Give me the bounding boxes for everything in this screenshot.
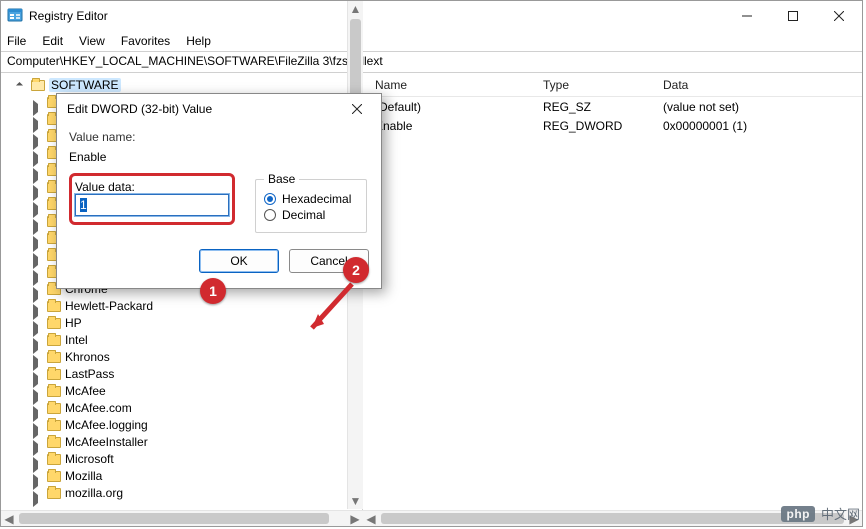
tree-label: Khronos <box>65 350 110 364</box>
app-icon <box>7 7 23 26</box>
tree-label: HP <box>65 316 82 330</box>
tree-label: McAfeeInstaller <box>65 435 148 449</box>
annotation-marker-1: 1 <box>200 278 226 304</box>
folder-icon <box>47 437 61 448</box>
menu-view[interactable]: View <box>79 34 105 48</box>
value-data-input[interactable] <box>75 194 229 216</box>
tree-label: McAfee <box>65 384 106 398</box>
value-data-label: Value data: <box>75 180 229 194</box>
folder-icon <box>47 488 61 499</box>
radio-off-icon <box>264 209 276 221</box>
menu-file[interactable]: File <box>7 34 26 48</box>
list-row[interactable]: (Default)REG_SZ(value not set) <box>363 97 862 116</box>
tree-label: mozilla.org <box>65 486 123 500</box>
address-bar[interactable]: Computer\HKEY_LOCAL_MACHINE\SOFTWARE\Fil… <box>1 51 862 73</box>
folder-icon <box>47 318 61 329</box>
cell-data: (value not set) <box>663 100 862 114</box>
tree-node[interactable]: mozilla.org <box>47 485 362 502</box>
watermark-badge: php <box>781 506 815 522</box>
radio-decimal[interactable]: Decimal <box>264 208 358 222</box>
dialog-title: Edit DWORD (32-bit) Value <box>67 102 212 116</box>
cell-name: (Default) <box>363 100 543 114</box>
cell-data: 0x00000001 (1) <box>663 119 862 133</box>
close-button[interactable] <box>816 1 862 31</box>
tree-node[interactable]: McAfeeInstaller <box>47 434 362 451</box>
tree-label: SOFTWARE <box>49 78 121 92</box>
value-name-field: Enable <box>69 150 369 164</box>
folder-icon <box>47 420 61 431</box>
folder-icon <box>47 352 61 363</box>
cell-type: REG_DWORD <box>543 119 663 133</box>
col-header-name[interactable]: Name <box>363 78 543 92</box>
list-header: Name Type Data <box>363 73 862 97</box>
dialog-title-bar: Edit DWORD (32-bit) Value <box>57 94 381 124</box>
value-data-highlight: Value data: <box>69 173 235 225</box>
radio-hexadecimal[interactable]: Hexadecimal <box>264 192 358 206</box>
scroll-right-icon[interactable]: ▶ <box>347 511 363 526</box>
tree-node[interactable]: LastPass <box>47 366 362 383</box>
list-row[interactable]: EnableREG_DWORD0x00000001 (1) <box>363 116 862 135</box>
scroll-thumb[interactable] <box>19 513 329 524</box>
tree-node[interactable]: Microsoft <box>47 451 362 468</box>
base-group: Base Hexadecimal Decimal <box>255 172 367 233</box>
watermark-text: 中文网 <box>821 504 860 523</box>
col-header-type[interactable]: Type <box>543 78 663 92</box>
annotation-marker-2: 2 <box>343 257 369 283</box>
scroll-thumb[interactable] <box>381 513 844 524</box>
tree-horizontal-scrollbar[interactable]: ◀ ▶ <box>1 510 363 526</box>
tree-label: McAfee.com <box>65 401 132 415</box>
folder-icon <box>47 471 61 482</box>
folder-icon <box>47 369 61 380</box>
address-text: Computer\HKEY_LOCAL_MACHINE\SOFTWARE\Fil… <box>7 54 383 68</box>
tree-node[interactable]: McAfee.logging <box>47 417 362 434</box>
list-rows: (Default)REG_SZ(value not set)EnableREG_… <box>363 97 862 135</box>
cell-type: REG_SZ <box>543 100 663 114</box>
cell-name: Enable <box>363 119 543 133</box>
ok-button[interactable]: OK <box>199 249 279 273</box>
tree-label: Intel <box>65 333 88 347</box>
col-header-data[interactable]: Data <box>663 78 862 92</box>
folder-icon <box>47 386 61 397</box>
maximize-button[interactable] <box>770 1 816 31</box>
annotation-arrow <box>300 280 362 342</box>
folder-icon <box>47 454 61 465</box>
folder-icon <box>47 301 61 312</box>
tree-node[interactable]: Khronos <box>47 349 362 366</box>
dialog-close-button[interactable] <box>343 96 371 122</box>
list-pane[interactable]: Name Type Data (Default)REG_SZ(value not… <box>363 73 862 526</box>
radio-on-icon <box>264 193 276 205</box>
tree-node[interactable]: McAfee <box>47 383 362 400</box>
scroll-left-icon[interactable]: ◀ <box>1 511 17 526</box>
tree-label: Hewlett-Packard <box>65 299 153 313</box>
scroll-left-icon[interactable]: ◀ <box>363 511 379 526</box>
folder-icon <box>47 335 61 346</box>
menu-help[interactable]: Help <box>186 34 211 48</box>
tree-label: LastPass <box>65 367 114 381</box>
base-legend: Base <box>264 172 299 186</box>
menu-favorites[interactable]: Favorites <box>121 34 170 48</box>
minimize-button[interactable] <box>724 1 770 31</box>
scroll-down-icon[interactable]: ▼ <box>348 493 363 509</box>
title-bar: Registry Editor <box>1 1 862 31</box>
watermark: php 中文网 <box>781 504 860 523</box>
window-title: Registry Editor <box>29 9 108 23</box>
menu-edit[interactable]: Edit <box>42 34 63 48</box>
tree-label: Microsoft <box>65 452 114 466</box>
tree-node[interactable]: Mozilla <box>47 468 362 485</box>
menu-bar: File Edit View Favorites Help <box>1 31 862 51</box>
tree-label: McAfee.logging <box>65 418 148 432</box>
tree-node[interactable]: McAfee.com <box>47 400 362 417</box>
value-name-label: Value name: <box>69 130 369 144</box>
tree-label: Mozilla <box>65 469 102 483</box>
edit-dword-dialog: Edit DWORD (32-bit) Value Value name: En… <box>56 93 382 289</box>
folder-icon <box>47 403 61 414</box>
